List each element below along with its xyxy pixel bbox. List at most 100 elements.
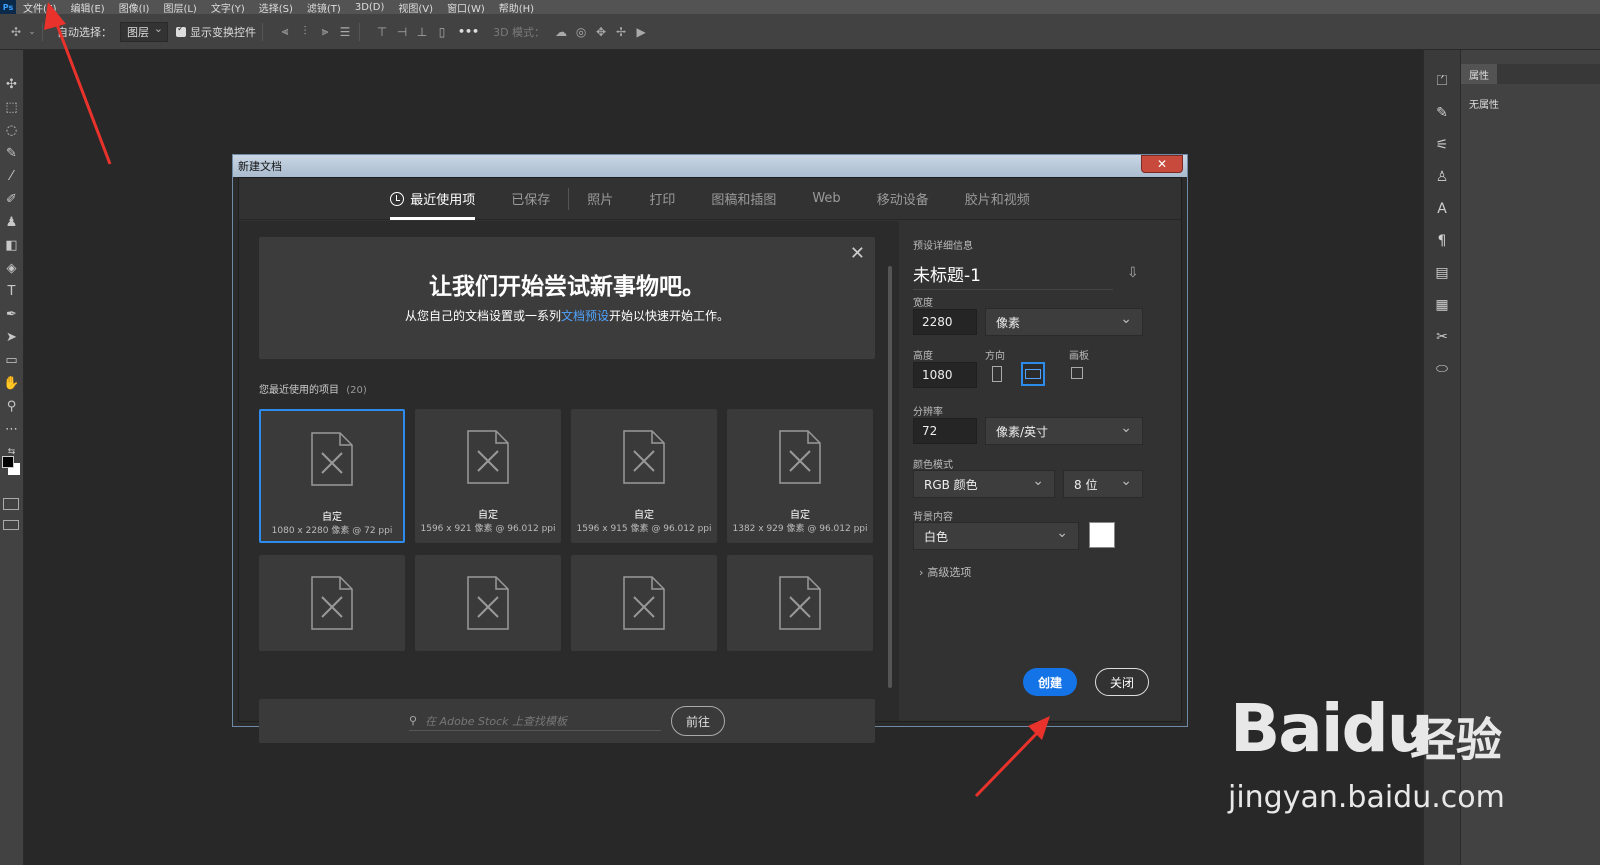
paint-bucket-tool-icon[interactable]: ◈ — [3, 260, 21, 276]
eyedropper-tool-icon[interactable]: ⁄ — [3, 168, 21, 184]
tab-film-video[interactable]: 胶片和视频 — [947, 178, 1048, 220]
dialog-close-button[interactable]: ✕ — [1141, 155, 1183, 173]
tab-photo[interactable]: 照片 — [569, 178, 631, 220]
advanced-options-toggle[interactable]: › 高级选项 — [919, 564, 971, 580]
orbit-3d-icon[interactable]: ☁ — [553, 24, 569, 40]
tab-mobile[interactable]: 移动设备 — [859, 178, 947, 220]
stock-search-input[interactable]: ⚲ 在 Adobe Stock 上查找模板 — [409, 711, 661, 731]
recent-scrollbar[interactable] — [888, 266, 892, 688]
height-input[interactable]: 1080 — [913, 362, 977, 388]
notes-icon[interactable]: ▦ — [1432, 296, 1452, 314]
create-button[interactable]: 创建 — [1023, 668, 1077, 696]
quick-mask-icon[interactable] — [3, 498, 19, 510]
distribute-icon[interactable]: ☰ — [337, 24, 353, 40]
menu-image[interactable]: 图像(I) — [112, 0, 157, 15]
recent-item-meta: 1080 x 2280 像素 @ 72 ppi — [271, 526, 393, 536]
history-panel-icon[interactable]: ⏍ — [1432, 72, 1452, 90]
checkbox-checked[interactable] — [176, 24, 186, 37]
zoom-tool-icon[interactable]: ⚲ — [3, 398, 21, 414]
resolution-unit-dropdown[interactable]: 像素/英寸 — [985, 417, 1143, 445]
width-unit-dropdown[interactable]: 像素 — [985, 308, 1143, 336]
3d-panel-icon[interactable]: ⬭ — [1432, 360, 1452, 378]
close-button[interactable]: 关闭 — [1095, 668, 1149, 696]
document-name-field[interactable]: 未标题-1 — [913, 261, 1113, 290]
menu-layer[interactable]: 图层(L) — [156, 0, 203, 15]
menu-file[interactable]: 文件(F) — [16, 0, 64, 15]
tab-art-illustration[interactable]: 图稿和插图 — [693, 178, 794, 220]
portrait-orientation-button[interactable] — [985, 362, 1009, 386]
recent-item[interactable]: 自定 1080 x 2280 像素 @ 72 ppi — [259, 409, 405, 543]
artboard-checkbox[interactable] — [1071, 367, 1083, 379]
menu-window[interactable]: 窗口(W) — [440, 0, 492, 15]
recent-item[interactable]: 自定 1596 x 921 像素 @ 96.012 ppi — [415, 409, 561, 543]
character-panel-icon[interactable]: A — [1432, 200, 1452, 218]
resolution-input[interactable]: 72 — [913, 418, 977, 444]
tab-recent[interactable]: 最近使用项 — [372, 178, 493, 220]
align-center-icon[interactable]: ⫶ — [297, 24, 313, 40]
tool-presets-icon[interactable]: ✂ — [1432, 328, 1452, 346]
screen-mode-icon[interactable] — [3, 520, 19, 530]
more-tools-icon[interactable]: ⋯ — [3, 421, 21, 437]
pen-tool-icon[interactable]: ✒ — [3, 306, 21, 322]
stamp-tool-icon[interactable]: ♟ — [3, 214, 21, 230]
rectangle-tool-icon[interactable]: ▭ — [3, 352, 21, 368]
color-mode-dropdown[interactable]: RGB 颜色 — [913, 470, 1055, 498]
background-color-swatch[interactable] — [1089, 522, 1115, 548]
paragraph-panel-icon[interactable]: ¶ — [1432, 232, 1452, 250]
eraser-tool-icon[interactable]: ◧ — [3, 237, 21, 253]
layer-comps-icon[interactable]: ▤ — [1432, 264, 1452, 282]
stock-go-button[interactable]: 前往 — [671, 706, 725, 736]
brush-settings-icon[interactable]: ✎ — [1432, 104, 1452, 122]
tab-print[interactable]: 打印 — [631, 178, 693, 220]
background-contents-dropdown[interactable]: 白色 — [913, 522, 1079, 550]
align-middle-icon[interactable]: ⊣ — [394, 24, 410, 40]
menu-select[interactable]: 选择(S) — [252, 0, 300, 15]
menu-3d[interactable]: 3D(D) — [348, 2, 392, 13]
path-select-tool-icon[interactable]: ➤ — [3, 329, 21, 345]
hand-tool-icon[interactable]: ✋ — [3, 375, 21, 391]
align-right-icon[interactable]: ⫸ — [317, 24, 333, 40]
tab-saved[interactable]: 已保存 — [493, 178, 568, 220]
marquee-tool-icon[interactable]: ⬚ — [3, 99, 21, 115]
distribute-vertical-icon[interactable]: ▯ — [434, 24, 450, 40]
menu-view[interactable]: 视图(V) — [391, 0, 440, 15]
align-bottom-icon[interactable]: ⊥ — [414, 24, 430, 40]
recent-item[interactable] — [415, 555, 561, 651]
move-tool-icon[interactable]: ✣ — [3, 76, 21, 92]
close-banner-icon[interactable]: ✕ — [850, 243, 865, 264]
recent-item[interactable] — [571, 555, 717, 651]
roll-3d-icon[interactable]: ◎ — [573, 24, 589, 40]
brush-tool-icon[interactable]: ✐ — [3, 191, 21, 207]
lasso-tool-icon[interactable]: ◌ — [3, 122, 21, 138]
tab-web[interactable]: Web — [794, 178, 858, 220]
landscape-orientation-button[interactable] — [1021, 362, 1045, 386]
quick-select-tool-icon[interactable]: ✎ — [3, 145, 21, 161]
width-input[interactable]: 2280 — [913, 309, 977, 335]
chevron-down-icon: ⌄ — [28, 26, 36, 37]
recent-item[interactable]: 自定 1596 x 915 像素 @ 96.012 ppi — [571, 409, 717, 543]
recent-item[interactable] — [259, 555, 405, 651]
menu-edit[interactable]: 编辑(E) — [64, 0, 112, 15]
save-preset-icon[interactable]: ⇩ — [1127, 265, 1139, 281]
recent-item[interactable] — [727, 555, 873, 651]
adjustments-icon[interactable]: ⚟ — [1432, 136, 1452, 154]
show-transform-toggle[interactable]: 显示变换控件 — [176, 24, 256, 40]
tab-properties[interactable]: 属性 — [1461, 64, 1497, 84]
video-camera-icon[interactable]: ▶ — [633, 24, 649, 40]
clone-source-icon[interactable]: ♙ — [1432, 168, 1452, 186]
more-options-button[interactable]: ••• — [458, 25, 479, 38]
bit-depth-dropdown[interactable]: 8 位 — [1063, 470, 1143, 498]
align-left-icon[interactable]: ⫷ — [277, 24, 293, 40]
type-tool-icon[interactable]: T — [3, 283, 21, 299]
menu-type[interactable]: 文字(Y) — [204, 0, 252, 15]
menu-help[interactable]: 帮助(H) — [492, 0, 541, 15]
slide-3d-icon[interactable]: ✢ — [613, 24, 629, 40]
recent-item[interactable]: 自定 1382 x 929 像素 @ 96.012 ppi — [727, 409, 873, 543]
drag-3d-icon[interactable]: ✥ — [593, 24, 609, 40]
move-tool-preset[interactable]: ✣ ⌄ — [8, 24, 36, 40]
align-top-icon[interactable]: ⊤ — [374, 24, 390, 40]
document-presets-link[interactable]: 文档预设 — [561, 309, 609, 323]
foreground-color-swatch[interactable] — [2, 456, 14, 468]
menu-filter[interactable]: 滤镜(T) — [300, 0, 348, 15]
auto-select-dropdown[interactable]: 图层 — [120, 21, 168, 42]
